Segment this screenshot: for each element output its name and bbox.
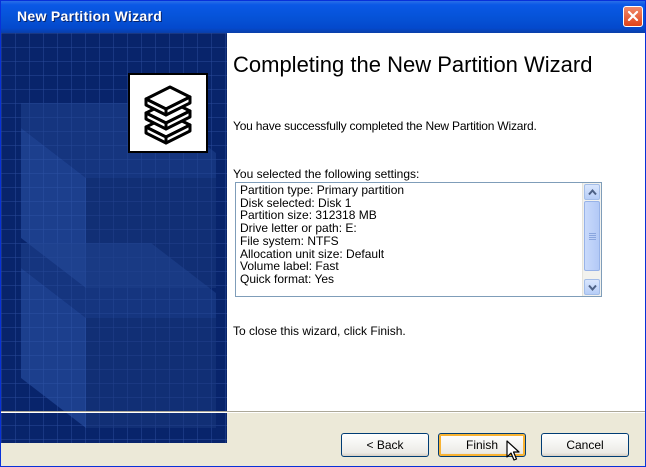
settings-list[interactable]: Partition type: Primary partition Disk s… [235, 182, 602, 297]
settings-items: Partition type: Primary partition Disk s… [240, 184, 576, 286]
chevron-up-icon [588, 189, 597, 196]
settings-label: You selected the following settings: [233, 167, 420, 181]
close-button[interactable] [623, 6, 643, 27]
footer-separator [1, 411, 645, 413]
close-instruction: To close this wizard, click Finish. [233, 324, 406, 338]
title-bar[interactable]: New Partition Wizard [1, 1, 645, 33]
scroll-up-button[interactable] [584, 184, 600, 200]
scrollbar-thumb[interactable] [584, 201, 600, 271]
success-message: You have successfully completed the New … [233, 119, 537, 133]
wizard-window: New Partition Wizard Completing the New … [0, 0, 646, 467]
wizard-icon-frame [128, 73, 208, 153]
cancel-button[interactable]: Cancel [541, 433, 629, 457]
scroll-down-button[interactable] [584, 279, 600, 295]
list-item: Quick format: Yes [240, 271, 335, 286]
list-item: Drive letter or path: E: [240, 221, 357, 236]
disk-stack-icon [144, 85, 192, 145]
window-title: New Partition Wizard [17, 8, 163, 24]
vertical-scrollbar[interactable] [582, 183, 601, 296]
wizard-banner [1, 33, 227, 443]
wizard-content: Completing the New Partition Wizard You … [227, 33, 645, 411]
chevron-down-icon [588, 284, 597, 291]
back-button[interactable]: < Back [341, 433, 429, 457]
list-item: Partition type: Primary partition [240, 183, 405, 197]
close-icon [627, 10, 639, 22]
list-item: File system: NTFS [240, 233, 339, 248]
mouse-pointer-icon [506, 440, 520, 461]
page-title: Completing the New Partition Wizard [233, 52, 593, 77]
